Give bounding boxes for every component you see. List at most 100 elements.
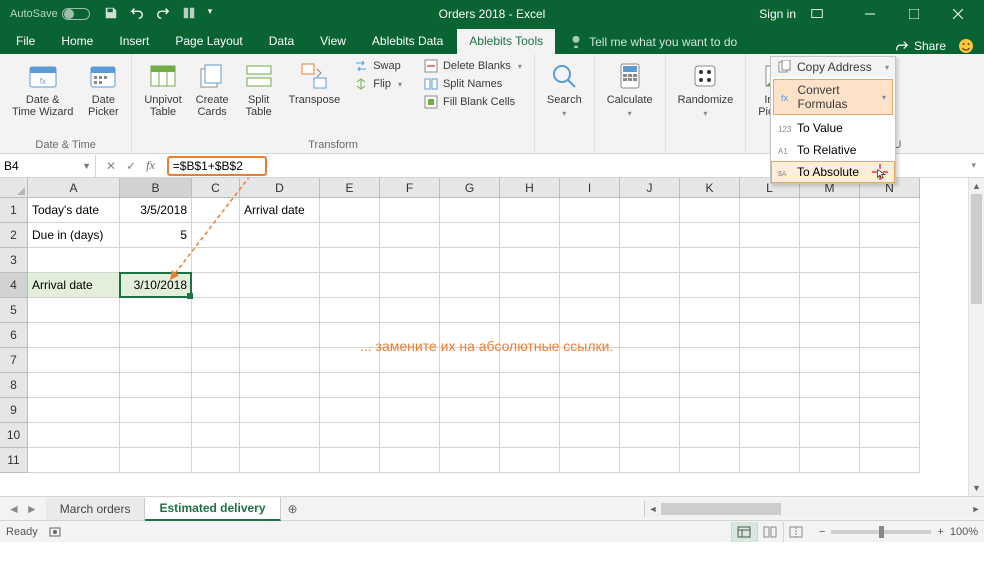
row-head-4[interactable]: 4 xyxy=(0,273,28,298)
cell-A11[interactable] xyxy=(28,448,120,473)
tab-file[interactable]: File xyxy=(4,29,47,54)
cell-B3[interactable] xyxy=(120,248,192,273)
cell-C7[interactable] xyxy=(192,348,240,373)
cell-A6[interactable] xyxy=(28,323,120,348)
cell-N5[interactable] xyxy=(860,298,920,323)
cell-K11[interactable] xyxy=(680,448,740,473)
tab-data[interactable]: Data xyxy=(257,29,306,54)
name-box[interactable]: ▼ xyxy=(0,155,96,177)
cell-A5[interactable] xyxy=(28,298,120,323)
col-head-K[interactable]: K xyxy=(680,178,740,198)
row-head-10[interactable]: 10 xyxy=(0,423,28,448)
copy-address-button[interactable]: Copy Address▾ xyxy=(771,57,895,77)
cell-E5[interactable] xyxy=(320,298,380,323)
cell-J11[interactable] xyxy=(620,448,680,473)
cell-E6[interactable] xyxy=(320,323,380,348)
col-head-F[interactable]: F xyxy=(380,178,440,198)
cell-I3[interactable] xyxy=(560,248,620,273)
cell-C4[interactable] xyxy=(192,273,240,298)
scroll-thumb[interactable] xyxy=(971,194,982,304)
cell-J8[interactable] xyxy=(620,373,680,398)
cell-E4[interactable] xyxy=(320,273,380,298)
view-page-layout-button[interactable] xyxy=(757,522,783,542)
cell-C9[interactable] xyxy=(192,398,240,423)
cell-K5[interactable] xyxy=(680,298,740,323)
cell-F2[interactable] xyxy=(380,223,440,248)
cell-J10[interactable] xyxy=(620,423,680,448)
cell-I9[interactable] xyxy=(560,398,620,423)
chevron-down-icon[interactable]: ▼ xyxy=(82,161,91,171)
cell-N8[interactable] xyxy=(860,373,920,398)
date-picker-button[interactable]: Date Picker xyxy=(83,58,123,120)
cell-G9[interactable] xyxy=(440,398,500,423)
tab-page-layout[interactable]: Page Layout xyxy=(163,29,254,54)
macro-record-icon[interactable] xyxy=(48,525,62,539)
cell-C10[interactable] xyxy=(192,423,240,448)
col-head-I[interactable]: I xyxy=(560,178,620,198)
cell-D10[interactable] xyxy=(240,423,320,448)
sheet-nav-next-icon[interactable]: ► xyxy=(26,502,38,516)
tab-home[interactable]: Home xyxy=(49,29,105,54)
scroll-down-icon[interactable]: ▼ xyxy=(969,480,984,496)
autosave-toggle[interactable]: AutoSave xyxy=(10,8,90,20)
cell-G5[interactable] xyxy=(440,298,500,323)
cell-I7[interactable] xyxy=(560,348,620,373)
cell-D7[interactable] xyxy=(240,348,320,373)
search-button[interactable]: Search▾ xyxy=(543,58,586,122)
scroll-up-icon[interactable]: ▲ xyxy=(969,178,984,194)
cell-G7[interactable] xyxy=(440,348,500,373)
cell-F8[interactable] xyxy=(380,373,440,398)
cell-D4[interactable] xyxy=(240,273,320,298)
cell-L1[interactable] xyxy=(740,198,800,223)
fx-icon[interactable]: fx xyxy=(146,158,155,173)
calculate-button[interactable]: Calculate▾ xyxy=(603,58,657,122)
date-time-wizard-button[interactable]: fx Date & Time Wizard xyxy=(8,58,77,120)
cell-E2[interactable] xyxy=(320,223,380,248)
cell-A8[interactable] xyxy=(28,373,120,398)
cell-K3[interactable] xyxy=(680,248,740,273)
cell-H10[interactable] xyxy=(500,423,560,448)
col-head-C[interactable]: C xyxy=(192,178,240,198)
name-box-input[interactable] xyxy=(4,159,64,173)
split-table-button[interactable]: Split Table xyxy=(239,58,279,120)
cell-H7[interactable] xyxy=(500,348,560,373)
cell-E11[interactable] xyxy=(320,448,380,473)
cell-J3[interactable] xyxy=(620,248,680,273)
qat-customize-icon[interactable]: ▾ xyxy=(208,6,224,22)
cell-K9[interactable] xyxy=(680,398,740,423)
cell-F7[interactable] xyxy=(380,348,440,373)
tab-view[interactable]: View xyxy=(308,29,358,54)
cell-N6[interactable] xyxy=(860,323,920,348)
fill-blank-cells-button[interactable]: Fill Blank Cells xyxy=(420,94,526,110)
cell-I5[interactable] xyxy=(560,298,620,323)
cell-C11[interactable] xyxy=(192,448,240,473)
cell-L11[interactable] xyxy=(740,448,800,473)
cell-C3[interactable] xyxy=(192,248,240,273)
touch-mode-icon[interactable] xyxy=(182,6,198,22)
cell-G10[interactable] xyxy=(440,423,500,448)
smiley-icon[interactable] xyxy=(958,38,974,54)
cell-D1[interactable]: Arrival date xyxy=(240,198,320,223)
cell-J2[interactable] xyxy=(620,223,680,248)
cell-N4[interactable] xyxy=(860,273,920,298)
cell-G3[interactable] xyxy=(440,248,500,273)
convert-formulas-header[interactable]: fx Convert Formulas▾ xyxy=(773,79,893,115)
cell-D9[interactable] xyxy=(240,398,320,423)
cell-A7[interactable] xyxy=(28,348,120,373)
hscroll-thumb[interactable] xyxy=(661,503,781,515)
cell-D2[interactable] xyxy=(240,223,320,248)
cell-B9[interactable] xyxy=(120,398,192,423)
col-head-H[interactable]: H xyxy=(500,178,560,198)
accept-formula-icon[interactable]: ✓ xyxy=(126,159,136,173)
col-head-J[interactable]: J xyxy=(620,178,680,198)
cell-D8[interactable] xyxy=(240,373,320,398)
cell-M9[interactable] xyxy=(800,398,860,423)
horizontal-scrollbar[interactable]: ◄ ► xyxy=(644,501,984,517)
row-head-1[interactable]: 1 xyxy=(0,198,28,223)
cell-G8[interactable] xyxy=(440,373,500,398)
cell-L10[interactable] xyxy=(740,423,800,448)
cell-A1[interactable]: Today's date xyxy=(28,198,120,223)
sheet-tab-estimated-delivery[interactable]: Estimated delivery xyxy=(145,497,280,521)
maximize-button[interactable] xyxy=(892,0,936,28)
cell-I10[interactable] xyxy=(560,423,620,448)
